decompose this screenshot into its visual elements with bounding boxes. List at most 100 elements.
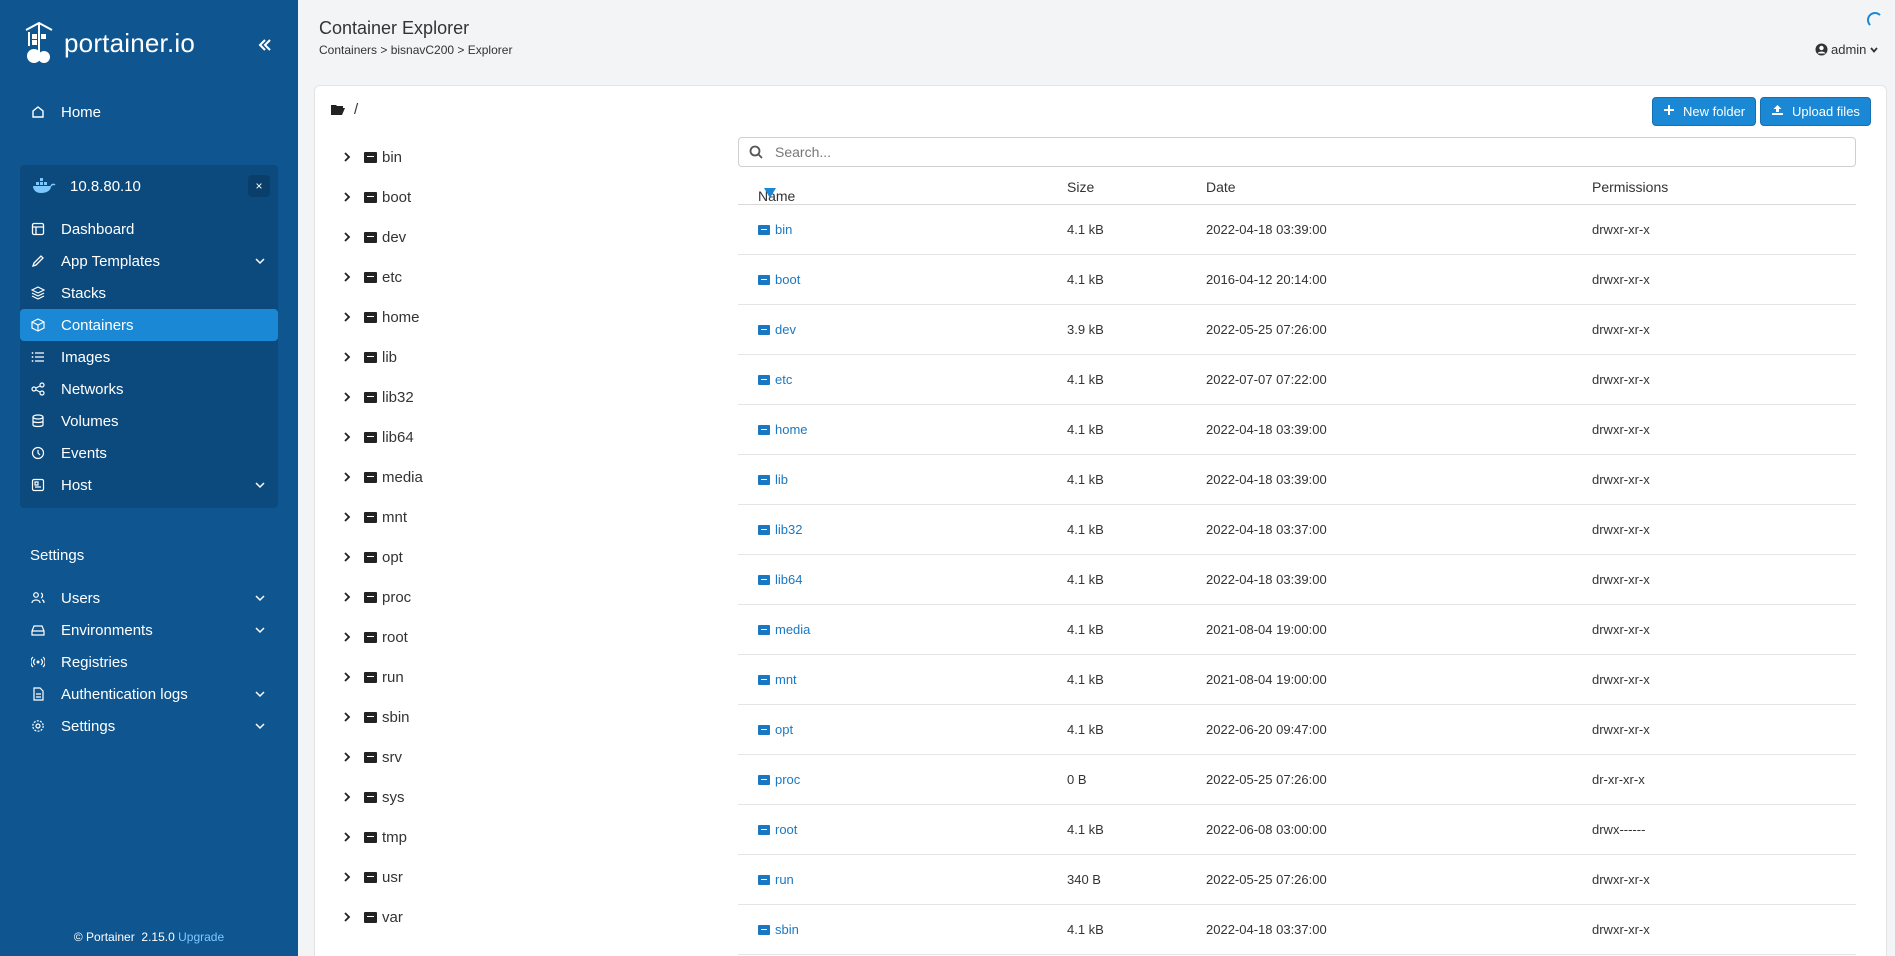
file-name-link[interactable]: lib	[758, 472, 788, 487]
new-folder-button[interactable]: New folder	[1652, 97, 1757, 126]
sidebar-item-registries[interactable]: Registries	[20, 646, 278, 678]
folder-icon	[758, 274, 770, 285]
chevron-right-icon[interactable]	[340, 271, 354, 283]
tree-item-lib32[interactable]: lib32	[340, 387, 414, 407]
tree-item-run[interactable]: run	[340, 667, 404, 687]
tree-item-bin[interactable]: bin	[340, 147, 402, 167]
chevron-right-icon[interactable]	[340, 551, 354, 563]
tree-item-label: home	[382, 308, 420, 326]
chevron-right-icon[interactable]	[340, 351, 354, 363]
file-name-link[interactable]: boot	[758, 272, 800, 287]
sidebar-item-environments[interactable]: Environments	[20, 614, 278, 646]
file-name-link[interactable]: lib64	[758, 572, 802, 587]
tree-item-srv[interactable]: srv	[340, 747, 402, 767]
chevron-right-icon[interactable]	[340, 231, 354, 243]
file-name-link[interactable]: media	[758, 622, 810, 637]
chevron-right-icon[interactable]	[340, 711, 354, 723]
file-size: 4.1 kB	[1067, 822, 1104, 837]
folder-icon	[364, 871, 377, 883]
file-name-link[interactable]: opt	[758, 722, 793, 737]
file-name-link[interactable]: mnt	[758, 672, 797, 687]
tree-item-lib64[interactable]: lib64	[340, 427, 414, 447]
sidebar-item-events[interactable]: Events	[20, 437, 278, 469]
chevron-right-icon[interactable]	[340, 591, 354, 603]
file-name-link[interactable]: lib32	[758, 522, 802, 537]
sidebar-item-networks[interactable]: Networks	[20, 373, 278, 405]
sidebar-item-host[interactable]: Host	[20, 469, 278, 501]
chevron-down-icon	[255, 723, 265, 730]
search-input[interactable]	[775, 144, 1835, 160]
tree-item-label: sys	[382, 788, 405, 806]
collapse-sidebar-button[interactable]	[252, 32, 278, 58]
chevron-right-icon[interactable]	[340, 311, 354, 323]
tree-item-home[interactable]: home	[340, 307, 420, 327]
tree-item-root[interactable]: root	[340, 627, 408, 647]
tree-item-sbin[interactable]: sbin	[340, 707, 410, 727]
sidebar-item-app-templates[interactable]: App Templates	[20, 245, 278, 277]
file-name-link[interactable]: run	[758, 872, 794, 887]
tree-item-proc[interactable]: proc	[340, 587, 411, 607]
chevron-right-icon[interactable]	[340, 791, 354, 803]
file-name-link[interactable]: bin	[758, 222, 792, 237]
sidebar-item-authentication-logs[interactable]: Authentication logs	[20, 678, 278, 710]
tree-item-label: opt	[382, 548, 403, 566]
chevron-right-icon[interactable]	[340, 751, 354, 763]
chevron-right-icon[interactable]	[340, 831, 354, 843]
tree-item-tmp[interactable]: tmp	[340, 827, 407, 847]
tree-item-var[interactable]: var	[340, 907, 403, 927]
chevron-right-icon[interactable]	[340, 191, 354, 203]
tree-item-lib[interactable]: lib	[340, 347, 397, 367]
tree-item-label: lib64	[382, 428, 414, 446]
table-row: boot 4.1 kB 2016-04-12 20:14:00 drwxr-xr-x	[738, 255, 1856, 305]
column-header-size[interactable]: Size	[1067, 179, 1094, 195]
file-name-link[interactable]: home	[758, 422, 808, 437]
sidebar-item-volumes[interactable]: Volumes	[20, 405, 278, 437]
tree-item-dev[interactable]: dev	[340, 227, 406, 247]
chevron-right-icon[interactable]	[340, 631, 354, 643]
file-date: 2022-04-18 03:39:00	[1206, 422, 1327, 437]
upgrade-link[interactable]: Upgrade	[178, 930, 224, 944]
upload-files-button[interactable]: Upload files	[1760, 97, 1871, 126]
file-name-link[interactable]: dev	[758, 322, 796, 337]
chevron-right-icon[interactable]	[340, 471, 354, 483]
chevron-right-icon[interactable]	[340, 431, 354, 443]
chevron-right-icon[interactable]	[340, 671, 354, 683]
file-name-link[interactable]: root	[758, 822, 797, 837]
sidebar-item-containers[interactable]: Containers	[20, 309, 278, 341]
sidebar-item-stacks[interactable]: Stacks	[20, 277, 278, 309]
tree-item-media[interactable]: media	[340, 467, 423, 487]
chevron-right-icon[interactable]	[340, 391, 354, 403]
sidebar-item-label: Containers	[61, 316, 134, 334]
chevron-right-icon[interactable]	[340, 151, 354, 163]
chevron-right-icon[interactable]	[340, 871, 354, 883]
user-menu[interactable]: admin	[1815, 42, 1879, 57]
file-name-link[interactable]: etc	[758, 372, 792, 387]
breadcrumb[interactable]: Containers > bisnavC200 > Explorer	[319, 43, 512, 57]
tree-item-boot[interactable]: boot	[340, 187, 411, 207]
file-permissions: drwxr-xr-x	[1592, 472, 1650, 487]
tree-item-opt[interactable]: opt	[340, 547, 403, 567]
sidebar-item-home[interactable]: Home	[20, 96, 278, 128]
tree-item-mnt[interactable]: mnt	[340, 507, 407, 527]
environment-close-button[interactable]: ×	[248, 175, 270, 197]
folder-icon	[758, 374, 770, 385]
chevron-right-icon[interactable]	[340, 911, 354, 923]
file-name: lib32	[775, 522, 803, 537]
sidebar-item-images[interactable]: Images	[20, 341, 278, 373]
folder-icon	[364, 151, 377, 163]
sidebar-item-dashboard[interactable]: Dashboard	[20, 213, 278, 245]
tree-item-usr[interactable]: usr	[340, 867, 403, 887]
column-header-date[interactable]: Date	[1206, 179, 1236, 195]
tree-item-etc[interactable]: etc	[340, 267, 402, 287]
file-name-link[interactable]: proc	[758, 772, 800, 787]
file-size: 4.1 kB	[1067, 272, 1104, 287]
file-permissions: drwxr-xr-x	[1592, 672, 1650, 687]
column-header-permissions[interactable]: Permissions	[1592, 179, 1668, 195]
tree-item-sys[interactable]: sys	[340, 787, 405, 807]
sidebar-item-settings[interactable]: Settings	[20, 710, 278, 742]
sidebar-item-users[interactable]: Users	[20, 582, 278, 614]
chevron-right-icon[interactable]	[340, 511, 354, 523]
file-size: 4.1 kB	[1067, 572, 1104, 587]
portainer-logo[interactable]: portainer.io	[22, 20, 195, 66]
file-name-link[interactable]: sbin	[758, 922, 799, 937]
